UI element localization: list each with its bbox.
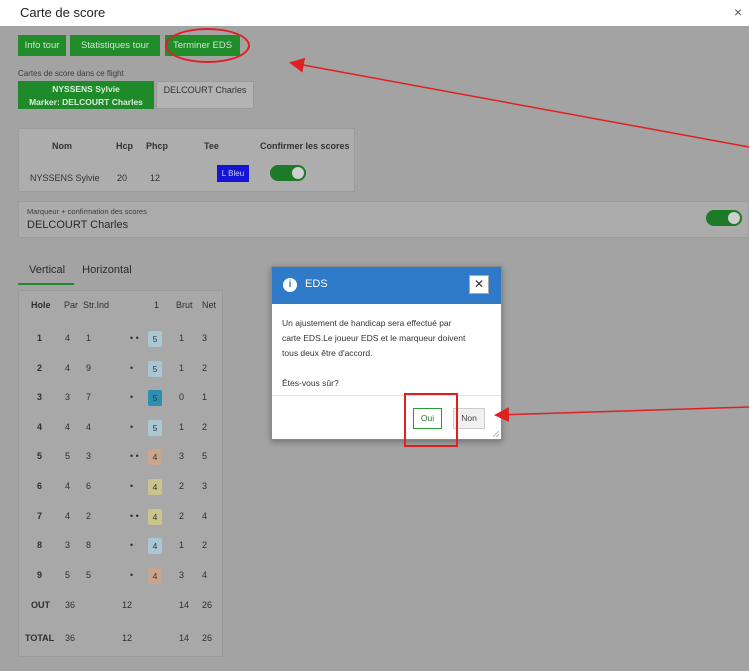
annotation-arrows (289, 57, 749, 423)
annotation-arrow-terminer (289, 57, 749, 148)
annotation-arrow-oui (494, 406, 749, 423)
